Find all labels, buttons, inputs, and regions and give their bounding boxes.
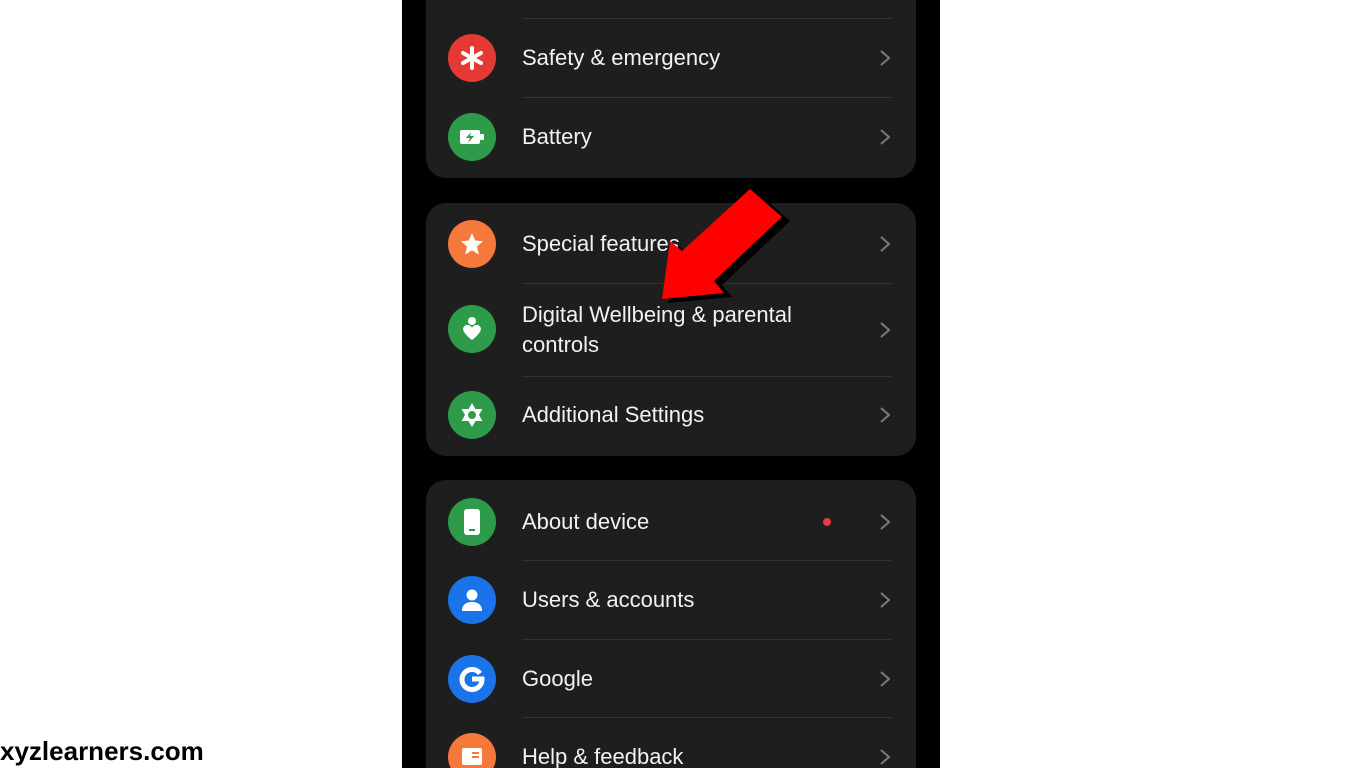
settings-item-safety-emergency[interactable]: Safety & emergency [426, 19, 916, 97]
asterisk-icon [448, 34, 496, 82]
annotation-arrow [662, 189, 790, 303]
star-icon [448, 220, 496, 268]
settings-card-3: About device Users & accounts Google Hel… [426, 480, 916, 768]
settings-item-battery[interactable]: Battery [426, 98, 916, 176]
chevron-right-icon [880, 749, 891, 765]
settings-item-label: Users & accounts [522, 587, 695, 612]
settings-item-label: Safety & emergency [522, 45, 721, 70]
chevron-right-icon [880, 592, 891, 608]
phone-screen: Safety & emergency Battery Special featu… [402, 0, 940, 768]
person-icon [448, 576, 496, 624]
phone-device-icon [448, 498, 496, 546]
settings-item-label: Additional Settings [522, 402, 705, 427]
chevron-right-icon [880, 236, 891, 252]
chevron-right-icon [880, 129, 891, 145]
chevron-right-icon [880, 50, 891, 66]
chevron-right-icon [880, 322, 891, 338]
settings-item-about-device[interactable]: About device [426, 480, 916, 560]
settings-item-label: Battery [522, 124, 592, 149]
settings-item-users-accounts[interactable]: Users & accounts [426, 561, 916, 639]
gear-icon [448, 391, 496, 439]
settings-item-label: Help & feedback [522, 744, 684, 768]
chevron-right-icon [880, 671, 891, 687]
chevron-right-icon [880, 407, 891, 423]
settings-item-google[interactable]: Google [426, 640, 916, 718]
settings-item-additional-settings[interactable]: Additional Settings [426, 377, 916, 455]
wellbeing-heart-icon [448, 305, 496, 353]
chevron-right-icon [880, 514, 891, 530]
settings-item-label: About device [522, 509, 650, 534]
settings-card-1: Safety & emergency Battery [426, 0, 916, 178]
help-feedback-icon [448, 733, 496, 768]
settings-item-help-feedback[interactable]: Help & feedback [426, 718, 916, 768]
watermark-text: xyzlearners.com [0, 736, 204, 766]
notification-dot [823, 518, 831, 526]
settings-item-label: Google [522, 666, 593, 691]
battery-icon [448, 113, 496, 161]
google-g-icon [448, 655, 496, 703]
